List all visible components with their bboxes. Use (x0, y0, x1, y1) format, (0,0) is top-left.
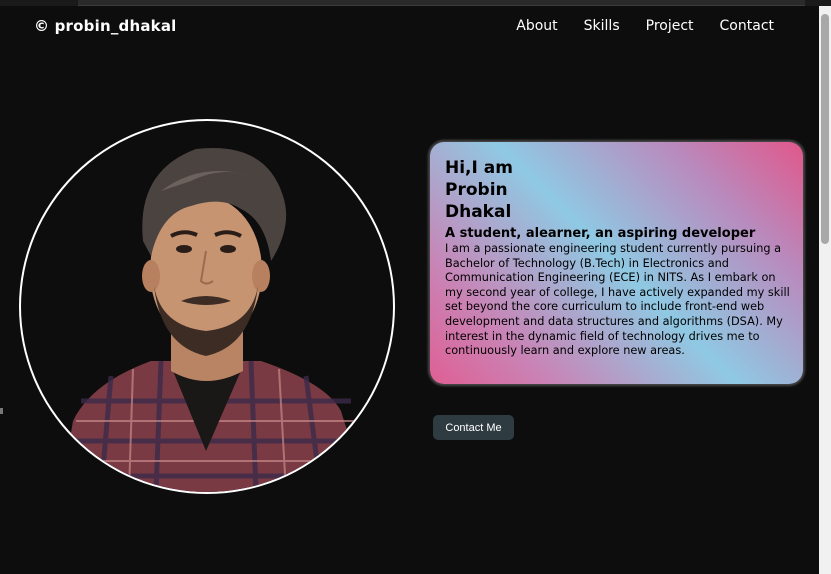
contact-me-button[interactable]: Contact Me (433, 415, 514, 440)
greeting-line: Hi,I am (445, 158, 513, 178)
nav-skills[interactable]: Skills (584, 18, 620, 34)
vertical-scrollbar[interactable] (819, 6, 831, 574)
nav-about[interactable]: About (516, 18, 557, 34)
scrollbar-thumb[interactable] (821, 14, 829, 244)
tagline: A student, alearner, an aspiring develop… (445, 226, 756, 241)
last-name: Dhakal (445, 202, 512, 222)
site-logo[interactable]: © probin_dhakal (34, 17, 177, 35)
bio-paragraph: I am a passionate engineering student cu… (445, 242, 790, 358)
profile-photo (19, 119, 395, 494)
profile-photo-illustration (61, 147, 366, 492)
browser-address-strip (78, 0, 805, 6)
intro-card: Hi,I am Probin Dhakal A student, alearne… (430, 142, 803, 384)
nav-project[interactable]: Project (646, 18, 694, 34)
first-name: Probin (445, 180, 508, 200)
gutter-mark (0, 408, 3, 414)
main-nav: About Skills Project Contact (516, 18, 774, 34)
browser-top-edge (0, 0, 831, 6)
nav-contact[interactable]: Contact (720, 18, 774, 34)
